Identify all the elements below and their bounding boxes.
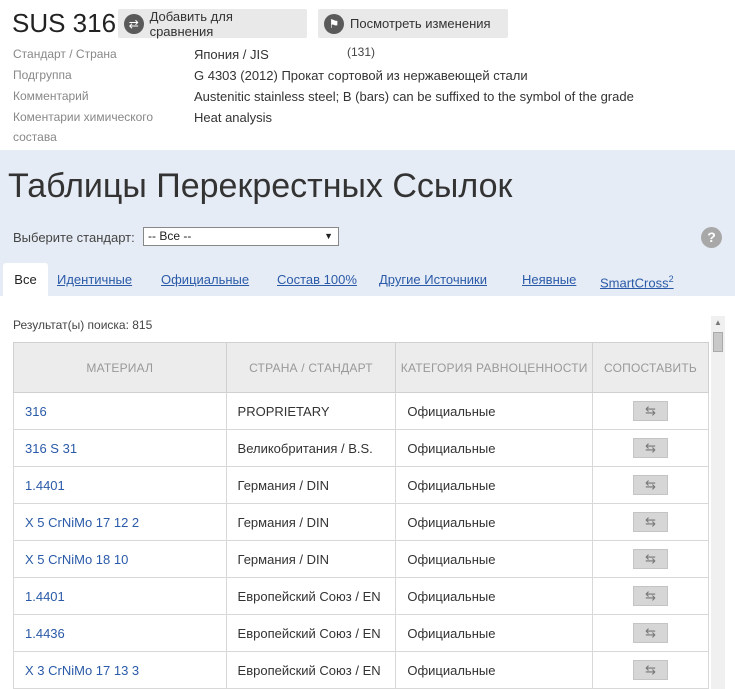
category-cell: Официальные bbox=[395, 614, 594, 652]
compare-arrows-icon[interactable]: ⇆ bbox=[633, 475, 669, 495]
compare-cell: ⇆ bbox=[592, 577, 709, 615]
material-link[interactable]: 1.4401 bbox=[13, 466, 227, 504]
chem-comment-value: Heat analysis bbox=[194, 110, 273, 125]
material-link[interactable]: X 5 CrNiMo 18 10 bbox=[13, 540, 227, 578]
tab-official[interactable]: Официальные bbox=[161, 263, 249, 296]
view-changes-label: Посмотреть изменения bbox=[350, 16, 491, 31]
compare-arrows-icon[interactable]: ⇆ bbox=[633, 438, 669, 458]
tab-smartcross-sup: 2 bbox=[668, 274, 674, 284]
compare-cell: ⇆ bbox=[592, 392, 709, 430]
subgroup-value: G 4303 (2012) Прокат сортовой из нержаве… bbox=[194, 68, 528, 83]
cross-reference-title: Таблицы Перекрестных Ссылок bbox=[8, 167, 513, 205]
view-changes-button[interactable]: ⚑ Посмотреть изменения bbox=[318, 9, 508, 38]
category-cell: Официальные bbox=[395, 503, 594, 541]
results-count: Результат(ы) поиска: 815 bbox=[13, 318, 153, 332]
comment-value: Austenitic stainless steel; B (bars) can… bbox=[194, 89, 634, 104]
tab-smartcross-label: SmartCross bbox=[600, 275, 669, 291]
category-cell: Официальные bbox=[395, 540, 594, 578]
add-to-compare-label: Добавить для сравнения bbox=[149, 8, 233, 39]
standard-value: Япония / JIS bbox=[194, 47, 269, 62]
compare-arrows-icon[interactable]: ⇆ bbox=[633, 512, 669, 532]
results-panel: Результат(ы) поиска: 815 ▲ МАТЕРИАЛ СТРА… bbox=[0, 296, 735, 689]
material-link[interactable]: 1.4436 bbox=[13, 614, 227, 652]
country-standard-cell: PROPRIETARY bbox=[225, 392, 397, 430]
table-row: 1.4401 Германия / DIN Официальные ⇆ bbox=[13, 466, 709, 504]
results-scrollbar[interactable]: ▲ bbox=[711, 316, 725, 689]
standard-select-value: -- Все -- bbox=[148, 229, 192, 243]
header-material[interactable]: МАТЕРИАЛ bbox=[13, 342, 227, 393]
results-table: МАТЕРИАЛ СТРАНА / СТАНДАРТ КАТЕГОРИЯ РАВ… bbox=[13, 342, 709, 689]
compare-arrows-icon[interactable]: ⇆ bbox=[633, 549, 669, 569]
compare-cell: ⇆ bbox=[592, 429, 709, 467]
comment-label: Комментарий bbox=[13, 89, 89, 103]
table-row: 316 S 31 Великобритания / B.S. Официальные… bbox=[13, 429, 709, 467]
standard-select-label: Выберите стандарт: bbox=[13, 230, 135, 245]
standard-label: Стандарт / Страна bbox=[13, 47, 117, 61]
country-standard-cell: Европейский Союз / EN bbox=[225, 651, 397, 689]
standard-count: (131) bbox=[347, 45, 376, 59]
country-standard-cell: Германия / DIN bbox=[225, 503, 397, 541]
table-body: 316 PROPRIETARY Официальные ⇆ 316 S 31 Велико… bbox=[13, 392, 709, 689]
material-header: SUS 316 ⇄ Добавить для сравнения ⚑ Посмо… bbox=[0, 0, 735, 150]
country-standard-cell: Европейский Союз / EN bbox=[225, 614, 397, 652]
tab-smartcross[interactable]: SmartCross2 bbox=[600, 263, 674, 296]
compare-cell: ⇆ bbox=[592, 614, 709, 652]
scroll-up-icon[interactable]: ▲ bbox=[714, 318, 722, 327]
cross-reference-section: Таблицы Перекрестных Ссылок Выберите ста… bbox=[0, 150, 735, 689]
dropdown-arrow-icon: ▼ bbox=[324, 231, 333, 241]
compare-arrows-icon[interactable]: ⇆ bbox=[633, 401, 669, 421]
table-header-row: МАТЕРИАЛ СТРАНА / СТАНДАРТ КАТЕГОРИЯ РАВ… bbox=[13, 342, 709, 393]
category-cell: Официальные bbox=[395, 392, 594, 430]
material-link[interactable]: 316 bbox=[13, 392, 227, 430]
tab-composition[interactable]: Состав 100% bbox=[277, 263, 357, 296]
add-to-compare-button[interactable]: ⇄ Добавить для сравнения bbox=[118, 8, 307, 39]
scroll-thumb[interactable] bbox=[713, 332, 723, 352]
material-link[interactable]: 1.4401 bbox=[13, 577, 227, 615]
filter-tabs: Все Идентичные Официальные Состав 100% Д… bbox=[0, 263, 735, 296]
material-link[interactable]: X 3 CrNiMo 17 13 3 bbox=[13, 651, 227, 689]
compare-arrows-icon[interactable]: ⇆ bbox=[633, 586, 669, 606]
table-row: X 3 CrNiMo 17 13 3 Европейский Союз / EN О… bbox=[13, 651, 709, 689]
category-cell: Официальные bbox=[395, 429, 594, 467]
table-row: 1.4436 Европейский Союз / EN Официальные ⇆ bbox=[13, 614, 709, 652]
tab-all[interactable]: Все bbox=[3, 263, 48, 296]
compare-cell: ⇆ bbox=[592, 503, 709, 541]
country-standard-cell: Великобритания / B.S. bbox=[225, 429, 397, 467]
page-title: SUS 316 bbox=[12, 8, 117, 38]
subgroup-label: Подгруппа bbox=[13, 68, 72, 82]
header-equivalence-category[interactable]: КАТЕГОРИЯ РАВНОЦЕННОСТИ bbox=[395, 342, 594, 393]
flag-icon: ⚑ bbox=[324, 13, 344, 34]
tab-other-sources[interactable]: Другие Источники bbox=[379, 263, 487, 296]
chem-comment-label-line2: состава bbox=[13, 130, 57, 144]
category-cell: Официальные bbox=[395, 577, 594, 615]
table-row: 1.4401 Европейский Союз / EN Официальные ⇆ bbox=[13, 577, 709, 615]
header-country-standard[interactable]: СТРАНА / СТАНДАРТ bbox=[225, 342, 397, 393]
country-standard-cell: Германия / DIN bbox=[225, 540, 397, 578]
material-link[interactable]: 316 S 31 bbox=[13, 429, 227, 467]
table-row: X 5 CrNiMo 18 10 Германия / DIN Официальны… bbox=[13, 540, 709, 578]
category-cell: Официальные bbox=[395, 466, 594, 504]
help-icon[interactable]: ? bbox=[701, 227, 722, 248]
compare-arrows-icon[interactable]: ⇆ bbox=[633, 660, 669, 680]
header-compare: СОПОСТАВИТЬ bbox=[592, 342, 709, 393]
compare-icon: ⇄ bbox=[124, 13, 144, 34]
table-row: X 5 CrNiMo 17 12 2 Германия / DIN Официаль… bbox=[13, 503, 709, 541]
country-standard-cell: Германия / DIN bbox=[225, 466, 397, 504]
country-standard-cell: Европейский Союз / EN bbox=[225, 577, 397, 615]
material-link[interactable]: X 5 CrNiMo 17 12 2 bbox=[13, 503, 227, 541]
compare-cell: ⇆ bbox=[592, 540, 709, 578]
compare-cell: ⇆ bbox=[592, 466, 709, 504]
chem-comment-label-line1: Коментарии химического bbox=[13, 110, 154, 124]
table-row: 316 PROPRIETARY Официальные ⇆ bbox=[13, 392, 709, 430]
standard-select[interactable]: -- Все -- ▼ bbox=[143, 227, 339, 246]
tab-identical[interactable]: Идентичные bbox=[57, 263, 132, 296]
category-cell: Официальные bbox=[395, 651, 594, 689]
compare-arrows-icon[interactable]: ⇆ bbox=[633, 623, 669, 643]
compare-cell: ⇆ bbox=[592, 651, 709, 689]
tab-implicit[interactable]: Неявные bbox=[522, 263, 576, 296]
